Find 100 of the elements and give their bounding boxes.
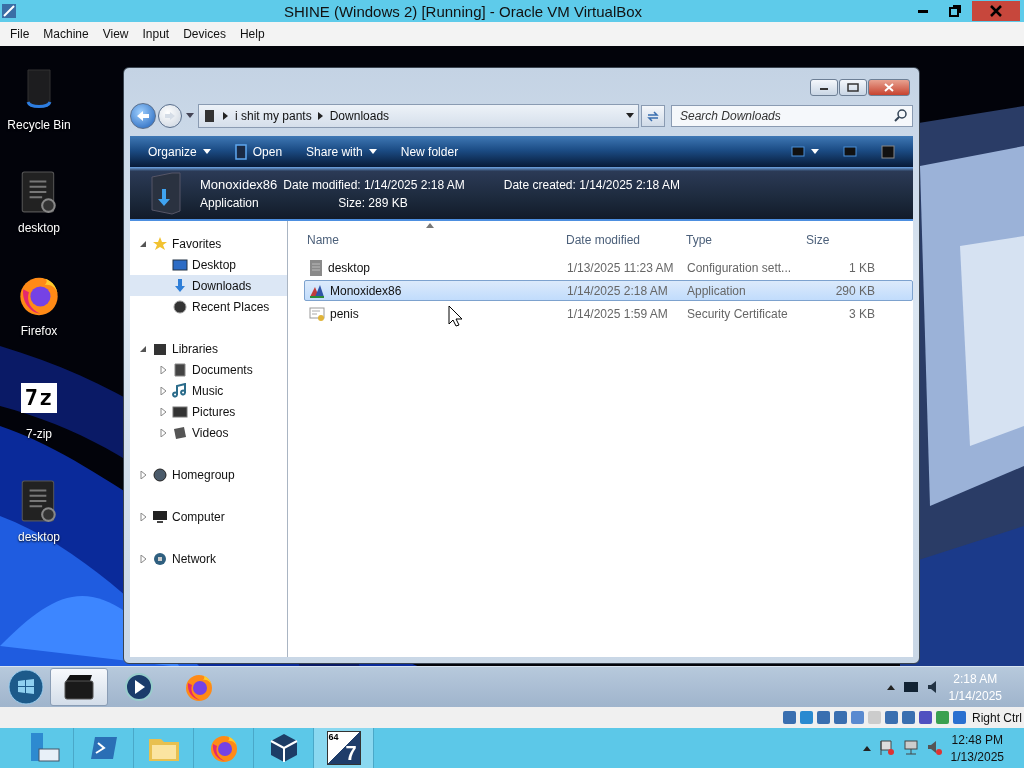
device-status-icon[interactable]: [901, 710, 916, 725]
maximize-icon: [847, 83, 859, 92]
clock[interactable]: 12:48 PM 1/13/2025: [950, 732, 1004, 764]
address-bar[interactable]: i shit my pants Downloads: [198, 104, 639, 128]
close-button[interactable]: [972, 1, 1020, 21]
toolbar-button[interactable]: New folder: [392, 138, 467, 165]
refresh-button[interactable]: [641, 105, 665, 127]
virtualbox-icon: [0, 2, 18, 20]
menu-item[interactable]: Help: [232, 27, 272, 41]
collapsed-arrow-icon[interactable]: [159, 407, 167, 416]
desktop-icon-label[interactable]: Recycle Bin: [7, 118, 71, 132]
toolbar-button[interactable]: Open: [226, 138, 291, 165]
collapsed-arrow-icon[interactable]: [159, 386, 167, 395]
column-header[interactable]: Name: [304, 233, 563, 247]
tray-arrow-icon[interactable]: [886, 684, 895, 691]
taskbar-button[interactable]: [50, 668, 108, 707]
network-icon[interactable]: [902, 740, 919, 756]
breadcrumb[interactable]: i shit my pants: [235, 109, 312, 123]
caret-icon[interactable]: [626, 113, 634, 119]
start-button[interactable]: [6, 669, 46, 706]
collapsed-arrow-icon[interactable]: [139, 470, 147, 479]
desktop-icon-label[interactable]: Firefox: [20, 324, 58, 338]
device-status-icon[interactable]: [918, 710, 933, 725]
column-header[interactable]: Type: [683, 233, 803, 247]
device-status-icon[interactable]: [935, 710, 950, 725]
file-row[interactable]: penis 1/14/2025 1:59 AM Security Certificate 3 KB: [304, 303, 913, 324]
document-icon: [172, 361, 188, 378]
close-button[interactable]: [868, 79, 910, 96]
toolbar-button[interactable]: Share with: [298, 138, 385, 165]
nav-item[interactable]: Music: [130, 380, 287, 401]
menu-item[interactable]: Machine: [36, 27, 96, 41]
nav-item[interactable]: Desktop: [130, 254, 287, 275]
device-status-icon[interactable]: [816, 710, 831, 725]
clock-time: 12:48 PM: [951, 732, 1003, 747]
sort-icon: [426, 223, 434, 228]
collapsed-arrow-icon[interactable]: [159, 365, 167, 374]
collapsed-arrow-icon[interactable]: [139, 512, 147, 521]
column-header[interactable]: Size: [803, 233, 877, 247]
back-button[interactable]: [130, 103, 156, 129]
collapsed-arrow-icon[interactable]: [159, 428, 167, 437]
file-type: Application: [200, 195, 260, 210]
search-field[interactable]: Search Downloads: [671, 105, 913, 127]
collapsed-arrow-icon[interactable]: [139, 554, 147, 563]
nav-item[interactable]: Favorites: [130, 233, 287, 254]
nav-item[interactable]: Computer: [130, 506, 287, 527]
speaker-muted-icon[interactable]: [926, 740, 943, 756]
minimize-icon: [918, 9, 928, 13]
device-status-icon[interactable]: [833, 710, 848, 725]
menu-item[interactable]: Devices: [176, 27, 233, 41]
desktop-icon-label[interactable]: desktop: [18, 221, 60, 235]
tray-arrow-icon[interactable]: [862, 745, 871, 751]
expanded-arrow-icon[interactable]: [139, 239, 147, 248]
device-status-icon[interactable]: [952, 710, 967, 725]
nav-item[interactable]: Homegroup: [130, 464, 287, 485]
close-icon: [990, 5, 1002, 17]
music-icon: [172, 382, 188, 399]
device-status-icon[interactable]: [799, 710, 814, 725]
clock-date: 1/13/2025: [950, 749, 1004, 764]
menu-item[interactable]: Input: [135, 27, 177, 41]
desktop-icon-label[interactable]: desktop: [18, 530, 60, 544]
desktop-icon-label[interactable]: 7-zip: [26, 427, 52, 441]
cube-icon: [268, 732, 299, 764]
device-status-icon[interactable]: [850, 710, 865, 725]
column-header[interactable]: Date modified: [563, 233, 683, 247]
device-status-icon[interactable]: [884, 710, 899, 725]
forward-button[interactable]: [158, 104, 182, 128]
caret-icon: [811, 149, 819, 154]
file-name: desktop: [328, 260, 371, 275]
monitor-icon: [152, 508, 168, 525]
table-cell-text: Configuration sett...: [686, 260, 793, 275]
nav-item[interactable]: Downloads: [130, 275, 287, 296]
nav-item[interactable]: Libraries: [130, 338, 287, 359]
file-row[interactable]: desktop 1/13/2025 11:23 AM Configuration sett... 1 KB: [304, 257, 913, 278]
nav-item[interactable]: Network: [130, 548, 287, 569]
search-icon: [894, 109, 907, 122]
nav-item[interactable]: Recent Places: [130, 296, 287, 317]
nav-item[interactable]: Pictures: [130, 401, 287, 422]
table-cell-text: 1/13/2025 11:23 AM: [566, 260, 675, 275]
expanded-arrow-icon[interactable]: [139, 344, 147, 353]
flag-icon[interactable]: [878, 740, 895, 756]
maximize-button[interactable]: [839, 79, 867, 96]
minimize-button[interactable]: [810, 79, 838, 96]
history-dropdown[interactable]: [184, 113, 196, 119]
start-orb-icon: [8, 669, 44, 706]
toolbar-button[interactable]: Organize: [140, 138, 219, 165]
menu-item[interactable]: File: [3, 27, 37, 41]
settings-file-icon: [20, 480, 58, 524]
nav-item[interactable]: Documents: [130, 359, 287, 380]
file-size: Size: 289 KB: [338, 195, 409, 210]
file-row[interactable]: Monoxidex86 1/14/2025 2:18 AM Application 290 KB: [304, 280, 913, 301]
breadcrumb[interactable]: Downloads: [329, 109, 390, 123]
caret-icon: [202, 149, 211, 154]
seven-zip-logo: 7z: [20, 383, 58, 413]
nav-item[interactable]: Videos: [130, 422, 287, 443]
device-status-icon[interactable]: [782, 710, 797, 725]
network-icon: [152, 550, 168, 567]
monitor-icon[interactable]: [902, 680, 919, 694]
taskbar-button[interactable]: 64 7: [314, 728, 374, 768]
menu-item[interactable]: View: [95, 27, 136, 41]
downloads-icon: [172, 277, 188, 294]
